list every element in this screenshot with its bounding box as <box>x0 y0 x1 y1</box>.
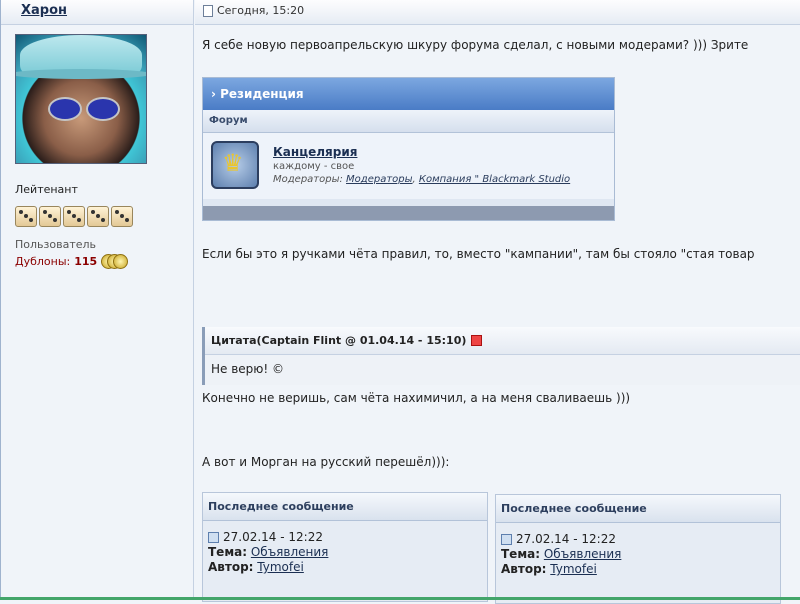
last-post-header: Последнее сообщение <box>203 493 487 521</box>
avatar-brim <box>16 69 146 79</box>
money-value: 115 <box>74 254 98 268</box>
author-label: Автор: <box>501 562 547 576</box>
post-time-text: Сегодня, 15:20 <box>217 4 305 17</box>
last-post-header: Последнее сообщение <box>496 495 780 523</box>
author-money: Дублоны: 115 <box>15 254 129 269</box>
last-post-body: 27.02.14 - 12:22 Тема: Объявления Автор:… <box>203 521 487 575</box>
avatar-glasses-right <box>86 97 120 121</box>
quote-title: Цитата(Captain Flint @ 01.04.14 - 15:10) <box>211 334 467 347</box>
crown-icon <box>211 141 259 189</box>
last-post-icon[interactable] <box>208 532 219 543</box>
forum-footer-bar <box>203 206 614 220</box>
topic-link[interactable]: Объявления <box>544 547 622 561</box>
topic-label: Тема: <box>208 545 248 559</box>
forum-screenshot: › Резиденция Форум Канцелярия каждому - … <box>202 77 615 221</box>
coins-icon <box>101 254 129 269</box>
forum-row: Канцелярия каждому - свое Модераторы: Мо… <box>203 133 614 199</box>
post-text-line: Я себе новую первоапрельскую шкуру форум… <box>202 38 749 52</box>
last-post-body: 27.02.14 - 12:22 Тема: Объявления Автор:… <box>496 523 780 577</box>
last-post-date: 27.02.14 - 12:22 <box>516 532 616 546</box>
moderator-link: Компания " Blackmark Studio <box>418 174 571 185</box>
avatar-glasses-left <box>48 97 82 121</box>
quote-header: Цитата(Captain Flint @ 01.04.14 - 15:10) <box>205 327 800 355</box>
forum-desc: каждому - свое <box>273 161 355 172</box>
author-name-link[interactable]: Харон <box>21 3 67 18</box>
money-label: Дублоны: <box>15 254 71 268</box>
forum-subheader: Форум <box>203 110 614 133</box>
post-text-line: А вот и Морган на русский перешёл))): <box>202 455 450 469</box>
dice-icon <box>15 206 37 227</box>
last-post-box: Последнее сообщение 27.02.14 - 12:22 Тем… <box>202 492 488 602</box>
author-link[interactable]: Tymofei <box>257 560 304 574</box>
last-post-icon[interactable] <box>501 534 512 545</box>
quote-body: Не верю! © <box>211 362 285 376</box>
quote-block: Цитата(Captain Flint @ 01.04.14 - 15:10)… <box>202 327 800 385</box>
mods-label: Модераторы: <box>273 174 343 185</box>
post-text-line: Если бы это я ручками чёта правил, то, в… <box>202 247 755 261</box>
author-label: Автор: <box>208 560 254 574</box>
topic-label: Тема: <box>501 547 541 561</box>
post-doc-icon[interactable] <box>203 4 213 17</box>
forum-category-title: Резиденция <box>220 87 304 101</box>
forum-moderators: Модераторы: Модераторы, Компания " Black… <box>273 174 571 185</box>
arrow-right-icon: › <box>211 87 221 101</box>
post-text-line: Конечно не веришь, сам чёта нахимичил, а… <box>202 391 631 405</box>
author-group: Пользователь <box>15 238 97 251</box>
dice-icon <box>63 206 85 227</box>
forum-category-header: › Резиденция <box>203 78 614 110</box>
last-post-date: 27.02.14 - 12:22 <box>223 530 323 544</box>
topic-link[interactable]: Объявления <box>251 545 329 559</box>
dice-icon <box>87 206 109 227</box>
quote-link-icon[interactable] <box>471 335 483 346</box>
post-time: Сегодня, 15:20 <box>203 4 304 17</box>
rank-dice <box>15 206 133 227</box>
dice-icon <box>111 206 133 227</box>
author-sidebar: Харон Лейтенант Пользователь Дублоны: 11… <box>0 0 194 600</box>
moderator-link: Модераторы <box>346 174 413 185</box>
last-post-box: Последнее сообщение 27.02.14 - 12:22 Тем… <box>495 494 781 604</box>
dice-icon <box>39 206 61 227</box>
author-link[interactable]: Tymofei <box>550 562 597 576</box>
post-header: Сегодня, 15:20 <box>195 0 800 25</box>
avatar[interactable] <box>15 34 147 164</box>
sidebar-header: Харон <box>1 0 193 25</box>
forum-title: Канцелярия <box>273 145 358 159</box>
author-rank: Лейтенант <box>15 183 78 196</box>
